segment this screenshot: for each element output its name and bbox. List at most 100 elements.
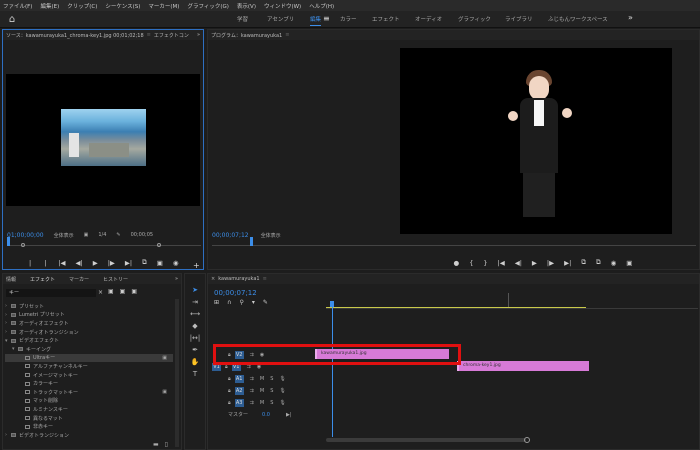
- menu-item[interactable]: ヘルプ(H): [309, 2, 334, 10]
- tree-effect[interactable]: マット削除: [5, 397, 173, 406]
- source-timeline-ruler[interactable]: [7, 237, 201, 247]
- menu-item[interactable]: クリップ(C): [67, 2, 97, 10]
- step-forward-icon[interactable]: |▶: [108, 259, 115, 267]
- workspace-tab-audio[interactable]: オーディオ: [415, 15, 442, 23]
- slip-tool-icon[interactable]: |↔|: [185, 332, 205, 344]
- master-volume[interactable]: 0.0: [262, 412, 270, 418]
- program-playhead[interactable]: [250, 237, 253, 246]
- track-target-a3[interactable]: A3: [234, 398, 244, 407]
- snap-icon[interactable]: ∩: [227, 299, 231, 306]
- export-frame-icon[interactable]: ◉: [173, 259, 179, 267]
- workspace-overflow-icon[interactable]: »: [628, 13, 633, 22]
- workspace-tab-assembly[interactable]: アセンブリ: [267, 15, 294, 23]
- workspace-tab-learn[interactable]: 学習: [237, 15, 248, 23]
- lock-icon[interactable]: 🔒︎: [228, 376, 231, 382]
- workspace-tab-effects[interactable]: エフェクト: [372, 15, 400, 23]
- linked-selection-icon[interactable]: ⚲: [239, 299, 243, 306]
- mute-icon[interactable]: M: [260, 388, 264, 394]
- program-zoom-select[interactable]: 全体表示: [261, 232, 281, 239]
- tree-folder[interactable]: › オーディオトランジション: [5, 328, 173, 337]
- tree-effect[interactable]: トラックマットキー ▣: [5, 388, 173, 397]
- solo-icon[interactable]: S: [270, 376, 273, 382]
- type-tool-icon[interactable]: T: [185, 368, 205, 380]
- step-back-icon[interactable]: ◀|: [76, 259, 83, 267]
- clip-v1[interactable]: chroma-key1.jpg: [457, 361, 589, 371]
- tree-effect[interactable]: 非赤キー: [5, 422, 173, 431]
- delete-icon[interactable]: ▯: [165, 441, 168, 448]
- menu-item[interactable]: マーカー(M): [148, 2, 179, 10]
- tree-effect[interactable]: ルミナンスキー: [5, 405, 173, 414]
- source-timecode[interactable]: 01;00;00;00: [7, 232, 44, 239]
- program-step-back-icon[interactable]: ◀|: [515, 259, 522, 267]
- tab-info[interactable]: 情報: [6, 276, 16, 283]
- new-bin-icon[interactable]: ▬: [153, 441, 159, 448]
- source-marker-right[interactable]: [157, 243, 161, 247]
- effects-scrollbar[interactable]: [175, 299, 179, 447]
- program-mark-in-icon[interactable]: {: [469, 259, 473, 267]
- add-marker-icon[interactable]: ▾: [252, 299, 255, 306]
- menu-item[interactable]: シーケンス(S): [105, 2, 140, 10]
- home-icon[interactable]: ⌂: [6, 13, 18, 25]
- source-tab[interactable]: ソース：kawamurayuka1_chroma-key1.jpg 00;01;…: [6, 32, 144, 39]
- work-area-bar[interactable]: [326, 307, 586, 308]
- master-go-to-end-icon[interactable]: ▶|: [286, 412, 292, 418]
- program-play-icon[interactable]: ▶: [532, 259, 537, 267]
- tab-history[interactable]: ヒストリー: [103, 276, 128, 283]
- play-icon[interactable]: ▶: [93, 259, 98, 267]
- program-go-to-out-icon[interactable]: ▶|: [564, 259, 571, 267]
- nest-toggle-icon[interactable]: ⊞: [214, 299, 219, 306]
- lock-icon[interactable]: 🔒︎: [228, 388, 231, 394]
- scroll-handle[interactable]: [524, 437, 530, 443]
- go-to-in-icon[interactable]: |◀: [58, 259, 65, 267]
- ripple-edit-tool-icon[interactable]: ⟷: [185, 308, 205, 320]
- tree-effect[interactable]: Ultraキー ▣: [5, 353, 173, 363]
- tab-markers[interactable]: マーカー: [69, 276, 89, 283]
- timeline-horizontal-scrollbar[interactable]: [326, 438, 526, 442]
- panel-overflow-icon[interactable]: »: [197, 32, 203, 38]
- mute-icon[interactable]: M: [260, 400, 264, 406]
- program-go-to-in-icon[interactable]: |◀: [498, 259, 505, 267]
- solo-icon[interactable]: S: [270, 388, 273, 394]
- compare-icon[interactable]: ▣: [626, 259, 632, 267]
- menu-item[interactable]: 表示(V): [237, 2, 256, 10]
- effects-overflow-icon[interactable]: »: [175, 276, 181, 282]
- workspace-tab-custom[interactable]: ふじもんワークスペース: [548, 15, 608, 23]
- program-tab[interactable]: プログラム：kawamurayuka1: [211, 32, 282, 39]
- timeline-ruler[interactable]: [326, 293, 698, 309]
- effects-search-input[interactable]: キー: [6, 289, 96, 297]
- extract-icon[interactable]: ⧉: [596, 258, 601, 267]
- menu-item[interactable]: ウィンドウ(W): [264, 2, 301, 10]
- tree-folder[interactable]: › プリセット: [5, 302, 173, 311]
- timeline-sequence-tab[interactable]: kawamurayuka1: [218, 276, 259, 282]
- yuv-effects-icon[interactable]: ▣: [131, 288, 137, 295]
- mic-icon[interactable]: 🎙︎: [279, 400, 285, 406]
- sync-lock-icon[interactable]: ⇉: [250, 400, 254, 406]
- program-marker-icon[interactable]: ●: [454, 259, 460, 267]
- timeline-settings-icon[interactable]: ✎: [263, 299, 268, 306]
- lift-icon[interactable]: ⧉: [581, 258, 586, 267]
- menu-item[interactable]: グラフィック(G): [187, 2, 228, 10]
- program-export-frame-icon[interactable]: ◉: [611, 259, 617, 267]
- overwrite-icon[interactable]: ▣: [157, 259, 163, 267]
- workspace-menu-icon[interactable]: ≡: [323, 14, 330, 23]
- razor-tool-icon[interactable]: ◆: [185, 320, 205, 332]
- effect-controls-tab[interactable]: エフェクトコン: [154, 32, 189, 39]
- pen-tool-icon[interactable]: ✒: [185, 344, 205, 356]
- source-playhead[interactable]: [7, 237, 10, 246]
- tree-effect[interactable]: イメージマットキー: [5, 371, 173, 380]
- tree-folder[interactable]: ▾ キーイング: [5, 345, 173, 354]
- track-select-tool-icon[interactable]: ⇥: [185, 296, 205, 308]
- selection-tool-icon[interactable]: ➤: [185, 284, 205, 296]
- mic-icon[interactable]: 🎙︎: [279, 376, 285, 382]
- tree-folder[interactable]: ▾ ビデオエフェクト: [5, 336, 173, 345]
- tree-folder[interactable]: › Lumetri プリセット: [5, 311, 173, 320]
- track-target-a2[interactable]: A2: [234, 386, 244, 395]
- program-step-forward-icon[interactable]: |▶: [547, 259, 554, 267]
- mute-icon[interactable]: M: [260, 376, 264, 382]
- sync-lock-icon[interactable]: ⇉: [250, 388, 254, 394]
- timeline-close-icon[interactable]: ×: [211, 276, 215, 282]
- insert-icon[interactable]: ⧉: [142, 258, 147, 267]
- mic-icon[interactable]: 🎙︎: [279, 388, 285, 394]
- program-timecode[interactable]: 00;00;07;12: [212, 232, 249, 239]
- sync-lock-icon[interactable]: ⇉: [250, 376, 254, 382]
